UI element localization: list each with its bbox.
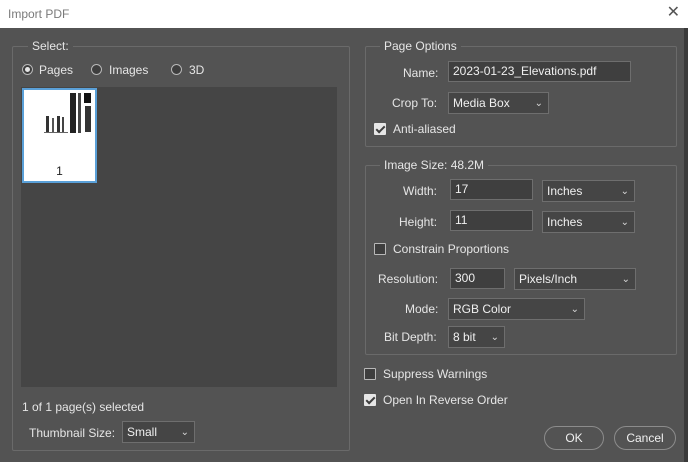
- mode-label: Mode:: [405, 302, 439, 316]
- name-label: Name:: [403, 66, 439, 80]
- suppress-warnings-label[interactable]: Suppress Warnings: [383, 367, 487, 381]
- width-label: Width:: [403, 184, 438, 198]
- radio-3d-label[interactable]: 3D: [189, 63, 204, 77]
- bit-depth-select[interactable]: 8 bit ⌄: [448, 326, 505, 348]
- bit-depth-value: 8 bit: [453, 330, 476, 344]
- chevron-down-icon: ⌄: [620, 217, 629, 228]
- resolution-unit-value: Pixels/Inch: [519, 272, 578, 286]
- reverse-order-checkbox[interactable]: [364, 394, 376, 406]
- width-unit-value: Inches: [547, 184, 583, 198]
- crop-to-label: Crop To:: [392, 96, 438, 110]
- mode-select[interactable]: RGB Color ⌄: [448, 298, 585, 320]
- thumbnail-page-number: 1: [56, 164, 63, 178]
- chevron-down-icon: ⌄: [570, 304, 579, 315]
- resolution-label: Resolution:: [378, 272, 439, 286]
- mode-value: RGB Color: [453, 302, 512, 316]
- height-unit-select[interactable]: Inches ⌄: [542, 211, 635, 233]
- chevron-down-icon: ⌄: [620, 186, 629, 197]
- resolution-unit-select[interactable]: Pixels/Inch ⌄: [514, 268, 636, 290]
- name-field[interactable]: 2023-01-23_Elevations.pdf: [448, 61, 631, 82]
- name-field-value: 2023-01-23_Elevations.pdf: [453, 64, 597, 78]
- anti-aliased-checkbox[interactable]: [374, 123, 386, 135]
- close-icon[interactable]: ✕: [667, 4, 680, 22]
- page-preview-drawing: [44, 92, 93, 136]
- chevron-down-icon: ⌄: [490, 332, 499, 343]
- reverse-order-label[interactable]: Open In Reverse Order: [383, 393, 508, 407]
- page-options-legend: Page Options: [380, 39, 461, 53]
- width-field[interactable]: 17: [450, 179, 533, 200]
- crop-to-select[interactable]: Media Box ⌄: [448, 92, 549, 114]
- resolution-value: 300: [455, 271, 476, 285]
- width-value: 17: [455, 182, 469, 196]
- radio-images[interactable]: [91, 64, 102, 75]
- height-unit-value: Inches: [547, 215, 583, 229]
- selection-status: 1 of 1 page(s) selected: [22, 400, 145, 414]
- height-field[interactable]: 11: [450, 210, 533, 231]
- radio-pages[interactable]: [22, 64, 33, 75]
- thumbnail-size-value: Small: [127, 425, 158, 439]
- bit-depth-label: Bit Depth:: [384, 330, 437, 344]
- window-edge: [684, 28, 688, 462]
- page-thumbnail[interactable]: 1: [22, 88, 97, 183]
- image-size-legend: Image Size: 48.2M: [380, 158, 489, 172]
- height-value: 11: [455, 213, 468, 227]
- thumbnail-size-select[interactable]: Small ⌄: [122, 421, 195, 443]
- suppress-warnings-checkbox[interactable]: [364, 368, 376, 380]
- ok-button[interactable]: OK: [544, 426, 604, 450]
- resolution-field[interactable]: 300: [450, 268, 505, 289]
- window-title: Import PDF: [8, 7, 70, 21]
- width-unit-select[interactable]: Inches ⌄: [542, 180, 635, 202]
- constrain-proportions-label[interactable]: Constrain Proportions: [393, 242, 509, 256]
- crop-to-value: Media Box: [453, 96, 510, 110]
- radio-3d[interactable]: [171, 64, 182, 75]
- title-bar: Import PDF ✕: [0, 0, 688, 28]
- cancel-button[interactable]: Cancel: [614, 426, 676, 450]
- thumbnail-size-label: Thumbnail Size:: [29, 426, 116, 440]
- select-legend: Select:: [28, 39, 73, 53]
- height-label: Height:: [399, 215, 438, 229]
- chevron-down-icon: ⌄: [180, 427, 189, 438]
- chevron-down-icon: ⌄: [621, 274, 630, 285]
- radio-images-label[interactable]: Images: [109, 63, 148, 77]
- anti-aliased-label[interactable]: Anti-aliased: [393, 122, 456, 136]
- constrain-proportions-checkbox[interactable]: [374, 243, 386, 255]
- radio-pages-label[interactable]: Pages: [39, 63, 73, 77]
- chevron-down-icon: ⌄: [534, 98, 543, 109]
